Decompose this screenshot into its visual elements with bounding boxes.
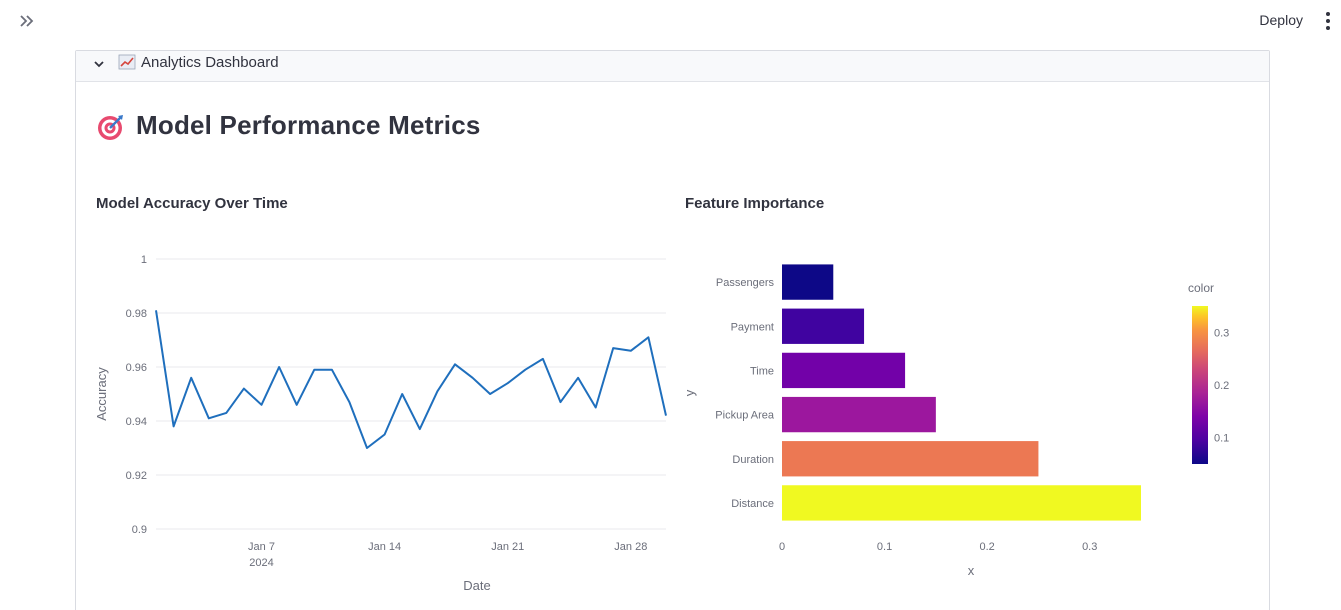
x-tick-label: Jan 7 bbox=[248, 541, 275, 553]
x-tick-label: Jan 28 bbox=[614, 541, 647, 553]
x-tick-label: 0 bbox=[779, 541, 785, 553]
colorbar-tick-label: 0.2 bbox=[1214, 380, 1229, 392]
category-label: Payment bbox=[731, 321, 774, 333]
x-tick-label: Jan 14 bbox=[368, 541, 401, 553]
x-tick-label: 0.1 bbox=[877, 541, 892, 553]
category-label: Time bbox=[750, 365, 774, 377]
colorbar-tick-label: 0.1 bbox=[1214, 433, 1229, 445]
y-axis-title: y bbox=[682, 389, 697, 396]
y-tick-label: 1 bbox=[141, 254, 147, 266]
bar bbox=[782, 441, 1039, 477]
direct-hit-target-icon bbox=[98, 115, 123, 140]
accuracy-line-chart: 0.9 0.92 0.94 0.96 0.98 1 Jan 7 Jan 14 Jan 21 Jan… bbox=[94, 254, 667, 593]
accuracy-series-line bbox=[155, 310, 667, 449]
x-axis-title: Date bbox=[463, 578, 490, 593]
kebab-menu-icon[interactable] bbox=[1321, 10, 1335, 32]
colorbar-title: color bbox=[1188, 281, 1214, 295]
y-axis-title: Accuracy bbox=[94, 367, 109, 421]
accuracy-chart-title: Model Accuracy Over Time bbox=[96, 195, 288, 212]
feature-chart-title: Feature Importance bbox=[685, 195, 825, 212]
deploy-button[interactable]: Deploy bbox=[1259, 12, 1303, 28]
y-tick-label: 0.94 bbox=[126, 416, 147, 428]
top-toolbar: Deploy bbox=[0, 0, 1341, 44]
y-tick-label: 0.9 bbox=[132, 524, 147, 536]
colorbar bbox=[1192, 306, 1208, 464]
chart-increasing-icon bbox=[118, 54, 136, 70]
category-label: Duration bbox=[732, 454, 774, 466]
y-tick-label: 0.92 bbox=[126, 470, 147, 482]
bar bbox=[782, 352, 906, 389]
page-title: Model Performance Metrics bbox=[136, 110, 481, 140]
double-chevron-right-icon[interactable] bbox=[16, 10, 38, 32]
x-tick-label: 0.3 bbox=[1082, 541, 1097, 553]
y-tick-label: 0.98 bbox=[126, 308, 147, 320]
x-axis-title: x bbox=[968, 563, 975, 578]
x-tick-label: Jan 21 bbox=[491, 541, 524, 553]
expander-header[interactable]: Analytics Dashboard bbox=[76, 51, 1269, 82]
chevron-down-icon bbox=[94, 61, 104, 68]
x-tick-label: 0.2 bbox=[979, 541, 994, 553]
bar bbox=[782, 308, 865, 344]
bar bbox=[782, 264, 834, 300]
y-tick-label: 0.96 bbox=[126, 362, 147, 374]
expander-label: Analytics Dashboard bbox=[141, 54, 279, 71]
feature-importance-bar-chart: Passengers Payment Time Pickup Area Duration… bbox=[682, 264, 1229, 578]
bar bbox=[782, 396, 936, 433]
bar bbox=[782, 485, 1141, 521]
category-label: Pickup Area bbox=[715, 410, 775, 422]
colorbar-tick-label: 0.3 bbox=[1214, 327, 1229, 339]
category-label: Distance bbox=[731, 498, 774, 510]
category-label: Passengers bbox=[716, 277, 775, 289]
x-tick-year-label: 2024 bbox=[249, 557, 273, 569]
